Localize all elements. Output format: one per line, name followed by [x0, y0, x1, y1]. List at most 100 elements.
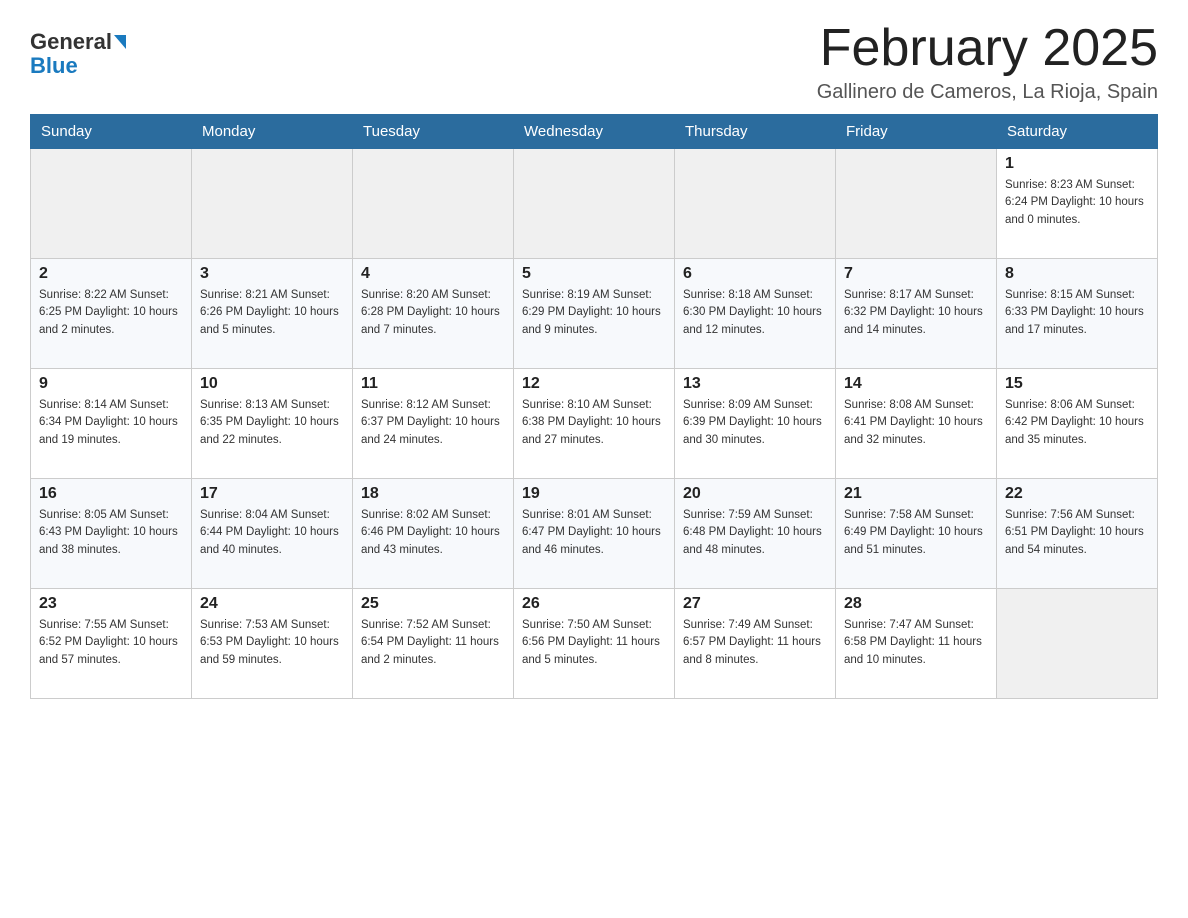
calendar-cell [514, 149, 675, 259]
day-info: Sunrise: 8:09 AM Sunset: 6:39 PM Dayligh… [683, 397, 827, 449]
logo-text-general: General [30, 30, 112, 54]
day-number: 1 [1005, 155, 1149, 173]
day-number: 9 [39, 375, 183, 393]
day-info: Sunrise: 8:05 AM Sunset: 6:43 PM Dayligh… [39, 507, 183, 559]
week-row-4: 16 Sunrise: 8:05 AM Sunset: 6:43 PM Dayli… [31, 479, 1158, 589]
day-info: Sunrise: 8:12 AM Sunset: 6:37 PM Dayligh… [361, 397, 505, 449]
logo-arrow-icon [114, 35, 126, 49]
header-wednesday: Wednesday [514, 115, 675, 149]
calendar-cell: 19 Sunrise: 8:01 AM Sunset: 6:47 PM Dayli… [514, 479, 675, 589]
day-info: Sunrise: 8:13 AM Sunset: 6:35 PM Dayligh… [200, 397, 344, 449]
day-info: Sunrise: 8:21 AM Sunset: 6:26 PM Dayligh… [200, 287, 344, 339]
calendar-cell: 1 Sunrise: 8:23 AM Sunset: 6:24 PM Daylig… [997, 149, 1158, 259]
day-info: Sunrise: 8:18 AM Sunset: 6:30 PM Dayligh… [683, 287, 827, 339]
calendar-cell: 12Sunrise: 8:10 AM Sunset: 6:38 PM Dayli… [514, 369, 675, 479]
day-info: Sunrise: 7:49 AM Sunset: 6:57 PM Dayligh… [683, 617, 827, 669]
day-info: Sunrise: 8:01 AM Sunset: 6:47 PM Dayligh… [522, 507, 666, 559]
calendar-subtitle: Gallinero de Cameros, La Rioja, Spain [817, 81, 1158, 104]
day-number: 27 [683, 595, 827, 613]
calendar-cell [353, 149, 514, 259]
day-number: 22 [1005, 485, 1149, 503]
calendar-title: February 2025 [817, 20, 1158, 77]
calendar-cell: 18Sunrise: 8:02 AM Sunset: 6:46 PM Dayli… [353, 479, 514, 589]
calendar-cell: 8 Sunrise: 8:15 AM Sunset: 6:33 PM Daylig… [997, 259, 1158, 369]
logo: General Blue [30, 30, 126, 78]
day-number: 6 [683, 265, 827, 283]
day-info: Sunrise: 7:55 AM Sunset: 6:52 PM Dayligh… [39, 617, 183, 669]
day-info: Sunrise: 8:04 AM Sunset: 6:44 PM Dayligh… [200, 507, 344, 559]
calendar-cell: 5Sunrise: 8:19 AM Sunset: 6:29 PM Daylig… [514, 259, 675, 369]
header-saturday: Saturday [997, 115, 1158, 149]
calendar-cell [997, 589, 1158, 699]
title-block: February 2025 Gallinero de Cameros, La R… [817, 20, 1158, 104]
day-number: 3 [200, 265, 344, 283]
day-info: Sunrise: 8:15 AM Sunset: 6:33 PM Dayligh… [1005, 287, 1149, 339]
day-number: 11 [361, 375, 505, 393]
day-info: Sunrise: 7:47 AM Sunset: 6:58 PM Dayligh… [844, 617, 988, 669]
logo-text-blue: Blue [30, 54, 78, 78]
day-info: Sunrise: 7:56 AM Sunset: 6:51 PM Dayligh… [1005, 507, 1149, 559]
day-info: Sunrise: 7:52 AM Sunset: 6:54 PM Dayligh… [361, 617, 505, 669]
day-number: 23 [39, 595, 183, 613]
calendar-cell: 26Sunrise: 7:50 AM Sunset: 6:56 PM Dayli… [514, 589, 675, 699]
day-number: 20 [683, 485, 827, 503]
day-number: 8 [1005, 265, 1149, 283]
day-info: Sunrise: 7:53 AM Sunset: 6:53 PM Dayligh… [200, 617, 344, 669]
day-number: 4 [361, 265, 505, 283]
header-sunday: Sunday [31, 115, 192, 149]
calendar-cell: 24 Sunrise: 7:53 AM Sunset: 6:53 PM Dayli… [192, 589, 353, 699]
day-info: Sunrise: 7:58 AM Sunset: 6:49 PM Dayligh… [844, 507, 988, 559]
calendar-cell: 27 Sunrise: 7:49 AM Sunset: 6:57 PM Dayli… [675, 589, 836, 699]
day-number: 2 [39, 265, 183, 283]
calendar-cell: 10 Sunrise: 8:13 AM Sunset: 6:35 PM Dayli… [192, 369, 353, 479]
calendar-cell: 4 Sunrise: 8:20 AM Sunset: 6:28 PM Daylig… [353, 259, 514, 369]
calendar-cell: 7Sunrise: 8:17 AM Sunset: 6:32 PM Daylig… [836, 259, 997, 369]
day-number: 7 [844, 265, 988, 283]
header-friday: Friday [836, 115, 997, 149]
day-number: 24 [200, 595, 344, 613]
calendar-cell: 6 Sunrise: 8:18 AM Sunset: 6:30 PM Daylig… [675, 259, 836, 369]
day-number: 28 [844, 595, 988, 613]
page-header: General Blue February 2025 Gallinero de … [30, 20, 1158, 104]
header-monday: Monday [192, 115, 353, 149]
week-row-2: 2 Sunrise: 8:22 AM Sunset: 6:25 PM Daylig… [31, 259, 1158, 369]
calendar-cell: 16 Sunrise: 8:05 AM Sunset: 6:43 PM Dayli… [31, 479, 192, 589]
calendar-cell: 13 Sunrise: 8:09 AM Sunset: 6:39 PM Dayli… [675, 369, 836, 479]
day-info: Sunrise: 8:06 AM Sunset: 6:42 PM Dayligh… [1005, 397, 1149, 449]
calendar-cell: 28 Sunrise: 7:47 AM Sunset: 6:58 PM Dayli… [836, 589, 997, 699]
day-number: 10 [200, 375, 344, 393]
calendar-cell: 23 Sunrise: 7:55 AM Sunset: 6:52 PM Dayli… [31, 589, 192, 699]
calendar-table: Sunday Monday Tuesday Wednesday Thursday… [30, 114, 1158, 699]
day-number: 15 [1005, 375, 1149, 393]
calendar-cell: 15 Sunrise: 8:06 AM Sunset: 6:42 PM Dayli… [997, 369, 1158, 479]
day-info: Sunrise: 8:20 AM Sunset: 6:28 PM Dayligh… [361, 287, 505, 339]
day-number: 16 [39, 485, 183, 503]
day-number: 19 [522, 485, 666, 503]
calendar-cell: 2 Sunrise: 8:22 AM Sunset: 6:25 PM Daylig… [31, 259, 192, 369]
calendar-cell: 22 Sunrise: 7:56 AM Sunset: 6:51 PM Dayli… [997, 479, 1158, 589]
day-info: Sunrise: 7:59 AM Sunset: 6:48 PM Dayligh… [683, 507, 827, 559]
calendar-header-row: Sunday Monday Tuesday Wednesday Thursday… [31, 115, 1158, 149]
day-info: Sunrise: 8:23 AM Sunset: 6:24 PM Dayligh… [1005, 177, 1149, 229]
week-row-3: 9Sunrise: 8:14 AM Sunset: 6:34 PM Daylig… [31, 369, 1158, 479]
header-thursday: Thursday [675, 115, 836, 149]
day-info: Sunrise: 8:08 AM Sunset: 6:41 PM Dayligh… [844, 397, 988, 449]
calendar-cell: 14 Sunrise: 8:08 AM Sunset: 6:41 PM Dayli… [836, 369, 997, 479]
day-number: 18 [361, 485, 505, 503]
calendar-cell [192, 149, 353, 259]
day-info: Sunrise: 8:10 AM Sunset: 6:38 PM Dayligh… [522, 397, 666, 449]
day-number: 5 [522, 265, 666, 283]
day-number: 26 [522, 595, 666, 613]
day-number: 21 [844, 485, 988, 503]
calendar-cell: 25 Sunrise: 7:52 AM Sunset: 6:54 PM Dayli… [353, 589, 514, 699]
week-row-1: 1 Sunrise: 8:23 AM Sunset: 6:24 PM Daylig… [31, 149, 1158, 259]
day-number: 25 [361, 595, 505, 613]
calendar-cell [836, 149, 997, 259]
day-info: Sunrise: 8:22 AM Sunset: 6:25 PM Dayligh… [39, 287, 183, 339]
header-tuesday: Tuesday [353, 115, 514, 149]
day-number: 13 [683, 375, 827, 393]
day-number: 14 [844, 375, 988, 393]
calendar-cell [31, 149, 192, 259]
calendar-cell: 20 Sunrise: 7:59 AM Sunset: 6:48 PM Dayli… [675, 479, 836, 589]
day-number: 17 [200, 485, 344, 503]
